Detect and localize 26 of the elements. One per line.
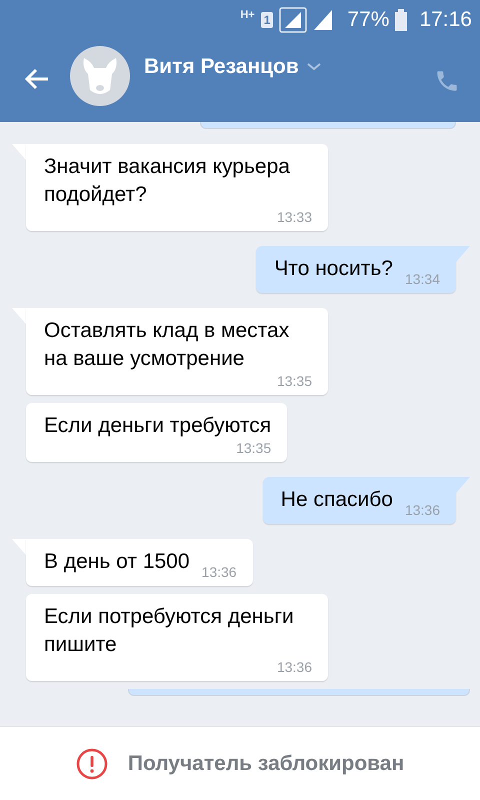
message-text: Оставлять клад в местах на ваше усмотрение xyxy=(44,318,290,372)
signal-icon xyxy=(313,9,334,31)
message-text: Если потребуются деньги пишите xyxy=(44,604,295,658)
message-text: В день от 1500 xyxy=(44,549,190,575)
contact-name[interactable]: Витя Резанцов xyxy=(144,52,321,82)
network-type: H+ xyxy=(240,10,255,20)
battery-percent: 77% xyxy=(347,8,390,32)
message-time: 13:35 xyxy=(276,373,312,391)
message-text: Значит вакансия курьера подойдет? xyxy=(44,154,291,208)
warning-icon xyxy=(76,748,108,780)
message-time: 13:36 xyxy=(202,564,237,582)
message-time: 13:36 xyxy=(276,659,312,677)
sim-number: 1 xyxy=(260,12,274,28)
blocked-notice: Получатель заблокирован xyxy=(128,752,404,776)
message-time: 13:36 xyxy=(404,502,440,520)
message-time: 13:33 xyxy=(276,209,312,227)
clock: 17:16 xyxy=(419,8,472,32)
back-button[interactable] xyxy=(24,68,50,90)
signal-icon xyxy=(279,7,308,33)
chevron-down-icon xyxy=(306,63,321,71)
message-text: Что носить? xyxy=(274,256,393,282)
message-text: Если деньги требуются xyxy=(44,413,272,439)
battery-icon xyxy=(395,9,408,31)
message-time: 13:34 xyxy=(404,271,440,289)
message-time: 13:35 xyxy=(236,440,272,458)
message-text: Не спасибо xyxy=(280,487,393,513)
